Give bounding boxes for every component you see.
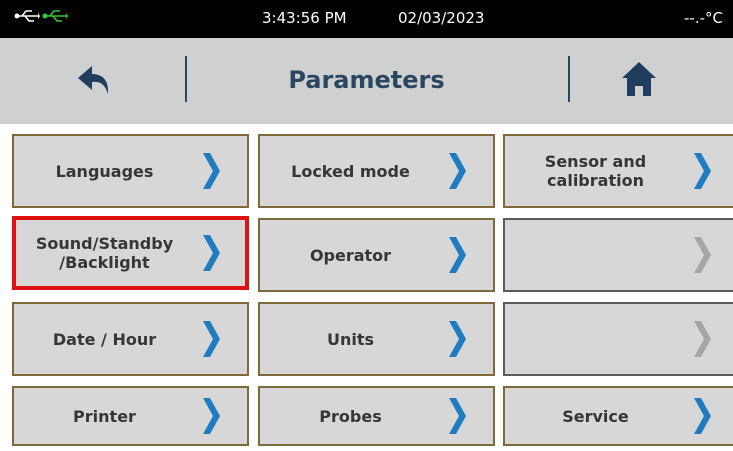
tile-label: Sensor and calibration	[544, 152, 647, 190]
tile-label: Locked mode	[291, 161, 410, 181]
status-time: 3:43:56 PM	[262, 9, 347, 27]
home-button[interactable]	[614, 54, 664, 104]
header-separator-right	[568, 56, 570, 102]
tile-operator[interactable]: Operator	[258, 218, 495, 292]
tile-probes[interactable]: Probes	[258, 386, 495, 446]
tile-sensor-calibration[interactable]: Sensor and calibration	[503, 134, 733, 208]
usb-icon	[14, 8, 40, 28]
tile-empty-1	[503, 218, 733, 292]
tile-label: Sound/Standby /Backlight	[35, 234, 174, 272]
status-temperature: --.-°C	[684, 9, 723, 27]
chevron-right-icon	[203, 398, 220, 434]
chevron-right-icon	[203, 153, 220, 189]
usb-green-icon	[42, 8, 68, 28]
header-bar: Parameters	[0, 38, 733, 124]
tile-label: Units	[326, 329, 375, 349]
chevron-right-icon	[203, 235, 220, 271]
chevron-right-icon	[449, 398, 466, 434]
status-bar: 3:43:56 PM 02/03/2023 --.-°C	[0, 0, 733, 38]
chevron-right-icon	[694, 398, 711, 434]
tile-empty-2	[503, 302, 733, 376]
tile-units[interactable]: Units	[258, 302, 495, 376]
tile-printer[interactable]: Printer	[12, 386, 249, 446]
tile-label	[511, 304, 680, 374]
tile-locked-mode[interactable]: Locked mode	[258, 134, 495, 208]
chevron-right-disabled-icon	[694, 321, 711, 357]
tile-languages[interactable]: Languages	[12, 134, 249, 208]
tile-label: Probes	[319, 406, 382, 426]
tile-service[interactable]: Service	[503, 386, 733, 446]
parameters-grid: Languages Locked mode Sensor and calibra…	[0, 124, 733, 451]
tile-sound-standby-backlight[interactable]: Sound/Standby /Backlight	[12, 216, 249, 290]
chevron-right-disabled-icon	[694, 237, 711, 273]
chevron-right-icon	[449, 153, 466, 189]
tile-label: Printer	[73, 406, 136, 426]
status-date: 02/03/2023	[398, 9, 485, 27]
chevron-right-icon	[203, 321, 220, 357]
tile-date-hour[interactable]: Date / Hour	[12, 302, 249, 376]
tile-label: Service	[562, 406, 629, 426]
chevron-right-icon	[449, 237, 466, 273]
home-icon	[622, 62, 656, 96]
tile-label: Operator	[309, 245, 392, 265]
tile-label	[511, 220, 680, 290]
chevron-right-icon	[694, 153, 711, 189]
chevron-right-icon	[449, 321, 466, 357]
tile-label: Date / Hour	[52, 329, 157, 349]
tile-label: Languages	[55, 161, 154, 181]
